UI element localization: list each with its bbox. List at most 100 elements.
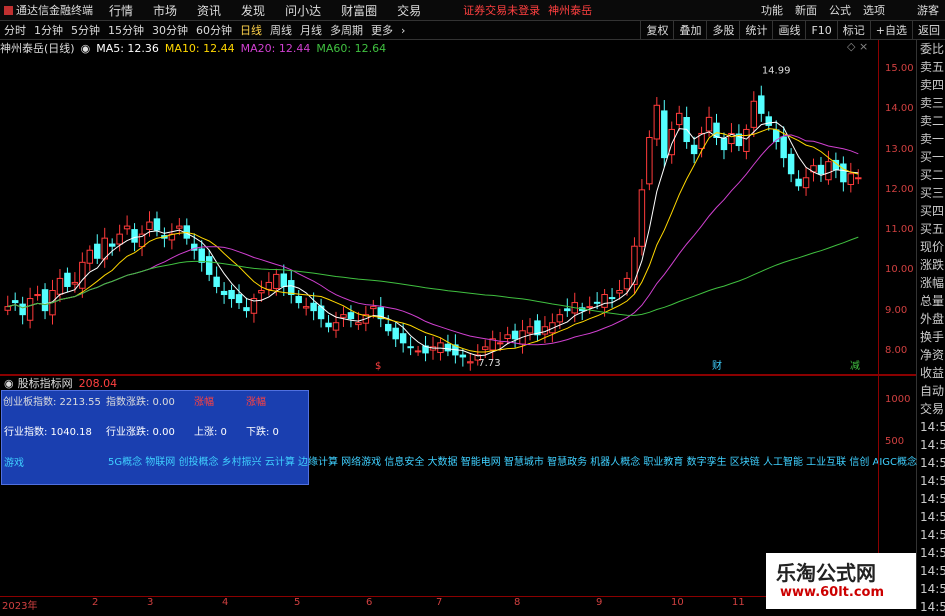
period-more[interactable]: 更多	[367, 22, 397, 38]
side-panel-item[interactable]: 14:5	[917, 544, 945, 562]
candle-body	[787, 153, 795, 175]
menu-bar: 通达信金融终端 行情 市场 资讯 发现 问小达 财富圈 交易 证券交易未登录 神…	[0, 0, 945, 21]
side-panel-item[interactable]: 总量	[917, 292, 945, 310]
sub-indicator-header: ◉ 股标指标网 208.04	[0, 376, 117, 391]
menu-item-trade[interactable]: 交易	[387, 2, 431, 19]
menu-item-discover[interactable]: 发现	[231, 2, 275, 19]
side-panel-item[interactable]: 买四	[917, 202, 945, 220]
sub-axis-1000: 1000	[885, 394, 911, 405]
side-panel-item[interactable]: 买二	[917, 166, 945, 184]
side-panel-item[interactable]: 14:50	[917, 472, 945, 490]
price-tick: 14.00	[885, 103, 914, 115]
side-panel-item[interactable]: 收益	[917, 364, 945, 382]
side-panel-item[interactable]: 交易	[917, 400, 945, 418]
settings-icon[interactable]: ◉	[81, 42, 97, 55]
side-panel-item[interactable]: 现价	[917, 238, 945, 256]
current-stock-name: 神州泰岳	[548, 4, 593, 17]
candle-body	[750, 100, 758, 128]
period-intraday[interactable]: 分时	[0, 22, 30, 38]
candle-body	[780, 136, 787, 159]
menu-formula[interactable]: 公式	[823, 2, 857, 18]
tool-add-watchlist[interactable]: +自选	[869, 21, 912, 39]
candle-body	[198, 248, 205, 263]
candle-body	[399, 333, 407, 344]
side-panel-item[interactable]: 换手	[917, 328, 945, 346]
candlestick-chart[interactable]: 14.99 7.73 $ 财 减	[0, 56, 878, 372]
side-panel-item[interactable]: 外盘	[917, 310, 945, 328]
tool-draw[interactable]: 画线	[772, 21, 805, 39]
tool-mark[interactable]: 标记	[836, 21, 870, 39]
side-panel-item[interactable]: 卖二	[917, 112, 945, 130]
menu-guest[interactable]: 游客	[911, 2, 945, 18]
menu-item-wealth[interactable]: 财富圈	[331, 2, 387, 19]
quote-side-panel: 委比 卖五 卖四 卖三 卖二 卖一 买一 买二 买三 买四 买五 现价 涨跌 涨幅 总量 外盘 换手 净资 收益 自动…	[916, 40, 945, 614]
period-30min[interactable]: 30分钟	[148, 22, 192, 38]
ma10-label: MA10: 12.44	[164, 41, 235, 55]
ma20-label: MA20: 12.44	[240, 41, 311, 55]
period-monthly[interactable]: 月线	[296, 22, 326, 38]
menu-item-ask[interactable]: 问小达	[275, 2, 331, 19]
menu-item-news[interactable]: 资讯	[187, 2, 231, 19]
ma-legend: 神州泰岳(日线) ◉ MA5: 12.36 MA10: 12.44 MA20: …	[0, 40, 392, 56]
menu-function[interactable]: 功能	[755, 2, 789, 18]
chevron-right-icon[interactable]: ›	[397, 24, 409, 37]
panel-divider[interactable]	[0, 374, 916, 376]
candle-body	[258, 290, 265, 294]
candle-body	[459, 354, 467, 358]
side-panel-item[interactable]: 委比	[917, 40, 945, 58]
price-tick: 12.00	[885, 183, 914, 195]
candle-body	[116, 233, 123, 245]
side-panel-item[interactable]: 卖一	[917, 130, 945, 148]
candle-body	[444, 343, 452, 352]
candle-body	[213, 276, 220, 287]
side-panel-item[interactable]: 14:5	[917, 598, 945, 616]
tool-overlay[interactable]: 叠加	[673, 21, 706, 39]
tool-multi-stock[interactable]: 多股	[706, 21, 739, 39]
menu-new-layout[interactable]: 新面	[789, 2, 823, 18]
trade-login-warning[interactable]: 证券交易未登录	[459, 2, 544, 18]
candle-body	[34, 294, 41, 297]
tool-stats[interactable]: 统计	[739, 21, 772, 39]
side-panel-item[interactable]: 14:50	[917, 418, 945, 436]
period-15min[interactable]: 15分钟	[104, 22, 148, 38]
candle-body	[646, 137, 653, 185]
menu-options[interactable]: 选项	[857, 2, 891, 18]
side-panel-item[interactable]: 买一	[917, 148, 945, 166]
period-weekly[interactable]: 周线	[266, 22, 296, 38]
side-panel-item[interactable]: 14:50	[917, 508, 945, 526]
sub-settings-icon[interactable]: ◉	[0, 377, 18, 390]
menu-item-quotes[interactable]: 行情	[99, 2, 143, 19]
side-panel-item[interactable]: 涨跌	[917, 256, 945, 274]
side-panel-item[interactable]: 14:5	[917, 580, 945, 598]
side-panel-item[interactable]: 14:50	[917, 454, 945, 472]
candle-body	[146, 221, 153, 230]
period-daily[interactable]: 日线	[236, 22, 266, 38]
side-panel-item[interactable]: 卖三	[917, 94, 945, 112]
side-panel-item[interactable]: 自动	[917, 382, 945, 400]
candle-body	[564, 308, 571, 312]
candle-body	[310, 302, 317, 312]
side-panel-item[interactable]: 14:50	[917, 526, 945, 544]
period-60min[interactable]: 60分钟	[192, 22, 236, 38]
side-panel-item[interactable]: 14:5	[917, 562, 945, 580]
candle-body	[556, 314, 564, 323]
period-5min[interactable]: 5分钟	[67, 22, 104, 38]
period-1min[interactable]: 1分钟	[30, 22, 67, 38]
tool-adjust[interactable]: 复权	[640, 21, 673, 39]
tool-back[interactable]: 返回	[912, 21, 945, 39]
expand-icon[interactable]: ◇ ×	[847, 40, 868, 53]
candle-body	[720, 137, 728, 151]
menu-item-market[interactable]: 市场	[143, 2, 187, 19]
side-panel-item[interactable]: 买三	[917, 184, 945, 202]
side-panel-item[interactable]: 14:50	[917, 436, 945, 454]
side-panel-item[interactable]: 净资	[917, 346, 945, 364]
side-panel-item[interactable]: 卖四	[917, 76, 945, 94]
price-tick: 15.00	[885, 63, 914, 75]
side-panel-item[interactable]: 14:50	[917, 490, 945, 508]
side-panel-item[interactable]: 买五	[917, 220, 945, 238]
candle-body	[638, 189, 646, 247]
period-multi[interactable]: 多周期	[326, 22, 367, 38]
side-panel-item[interactable]: 卖五	[917, 58, 945, 76]
tool-f10[interactable]: F10	[805, 21, 836, 39]
side-panel-item[interactable]: 涨幅	[917, 274, 945, 292]
